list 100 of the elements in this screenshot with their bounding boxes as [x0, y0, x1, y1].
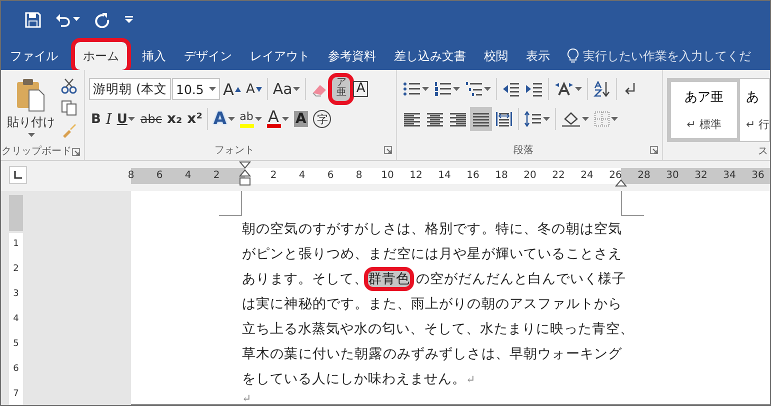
ruler-number: 18 — [494, 170, 509, 181]
ruler-margin-shading — [9, 195, 23, 231]
multilevel-list-icon — [465, 81, 483, 97]
ruler-number: 4 — [12, 314, 20, 324]
align-right-icon — [449, 111, 467, 127]
superscript-button[interactable]: x² — [185, 107, 204, 131]
ruler-number: 3 — [12, 289, 20, 299]
caret-icon — [254, 116, 262, 122]
style-name: ↵ 行 — [746, 117, 769, 132]
decrease-indent-icon — [502, 81, 520, 97]
ruler-number: 6 — [155, 170, 164, 181]
caret-icon — [282, 116, 289, 122]
font-color-button[interactable]: A — [264, 107, 291, 131]
dialog-launcher-icon[interactable] — [72, 148, 80, 156]
customize-toolbar-icon[interactable] — [124, 16, 134, 24]
dialog-launcher-icon[interactable] — [384, 146, 392, 154]
borders-icon — [594, 111, 610, 127]
tell-me-search-field[interactable]: 実行したい作業を入力してくだ — [583, 48, 751, 64]
body-text: がピンと張りつめ、まだ空には月や星が輝いていることさえ — [242, 246, 622, 262]
highlight-color-button[interactable]: ab — [238, 107, 264, 131]
paint-bucket-icon — [561, 111, 581, 127]
caret-icon — [611, 116, 618, 122]
font-size-field[interactable]: 10.5 — [172, 78, 220, 100]
lightbulb-icon — [567, 48, 579, 64]
margin-corner-mark — [219, 191, 242, 216]
dialog-launcher-icon[interactable] — [650, 146, 658, 154]
ruler-number: 28 — [636, 170, 652, 181]
caret-icon — [453, 86, 460, 92]
clipboard-icon — [16, 78, 46, 112]
grow-font-button[interactable]: A — [221, 77, 243, 101]
right-indent-marker[interactable] — [615, 179, 627, 187]
caret-icon[interactable] — [73, 17, 80, 22]
font-name-field[interactable]: 游明朝 (本文 — [89, 78, 171, 100]
style-sample: あ — [746, 88, 759, 106]
ribbon-tab[interactable]: ファイル — [2, 42, 66, 70]
ruler-number: 32 — [694, 170, 708, 181]
ribbon-tab[interactable]: 参考資料 — [320, 42, 384, 70]
ruler-number: 20 — [522, 170, 538, 181]
triangle-icon — [256, 86, 262, 92]
left-tab-icon — [14, 171, 22, 179]
tab-selector[interactable] — [9, 166, 27, 184]
caret-icon — [128, 116, 136, 122]
align-center-icon — [426, 111, 444, 127]
change-case-button[interactable]: Aa — [270, 77, 302, 101]
phonetic-guide-button[interactable]: ア 亜 — [332, 77, 350, 101]
copy-icon[interactable] — [61, 100, 77, 116]
ruler-number: 10 — [380, 170, 395, 181]
ribbon-tab[interactable]: デザイン — [176, 42, 240, 70]
ruler-number: 2 — [12, 264, 20, 274]
strikethrough-button[interactable]: abc — [138, 107, 164, 131]
ruler-number: 4 — [184, 170, 192, 181]
ribbon-tab[interactable]: 差し込み文書 — [386, 42, 474, 70]
ribbon-tab[interactable]: ホーム — [75, 42, 127, 70]
undo-icon[interactable] — [55, 12, 71, 28]
ruler-number: 5 — [12, 339, 20, 349]
caret-icon — [209, 86, 216, 92]
justify-icon — [472, 111, 490, 127]
redo-icon[interactable] — [94, 12, 110, 28]
ruler-number: 7 — [12, 389, 20, 399]
line-spacing-icon — [524, 111, 542, 127]
text-effects-button[interactable]: A — [211, 107, 237, 131]
bold-button[interactable]: B — [89, 107, 103, 131]
selected-text: 群青色 — [368, 271, 410, 287]
indent-marker[interactable] — [239, 161, 251, 187]
group-label: ス — [758, 144, 768, 158]
ruler-number: 4 — [298, 170, 306, 181]
body-text: 朝の空気のすがすがしさは、格別です。特に、冬の朝は空気 — [242, 221, 622, 237]
underline-button[interactable]: U — [114, 107, 138, 131]
shrink-font-button[interactable]: A — [244, 77, 264, 101]
bulleted-list-icon — [403, 81, 421, 97]
ruler-number: 22 — [551, 170, 566, 181]
style-card[interactable]: あア亜 ↵ 標準 — [668, 79, 740, 141]
triangle-icon — [234, 86, 241, 92]
ruler-number: 34 — [722, 170, 737, 181]
paragraph-mark: ↵ — [466, 373, 476, 386]
justify-button[interactable] — [470, 107, 492, 131]
subscript-button[interactable]: x₂ — [165, 107, 184, 131]
scissors-icon[interactable] — [61, 78, 77, 94]
ruler-number: 26 — [608, 170, 623, 181]
caret-icon — [422, 86, 429, 92]
paste-button[interactable]: 貼り付け — [5, 74, 57, 142]
caret-icon — [228, 116, 235, 122]
ruler-number: 6 — [326, 170, 335, 181]
ribbon-tab[interactable]: レイアウト — [242, 42, 318, 70]
ribbon-tab[interactable]: 挿入 — [134, 42, 174, 70]
paragraph-mark: ↵ — [242, 392, 252, 405]
increase-indent-icon — [525, 81, 543, 97]
group-label: クリップボード — [2, 144, 72, 158]
body-text: は実に神秘的です。また、雨上がりの朝のアスファルトから — [242, 296, 622, 312]
ruler-number: 12 — [408, 170, 424, 181]
style-name: ↵ 標準 — [686, 117, 722, 132]
ribbon-tab[interactable]: 表示 — [518, 42, 558, 70]
save-icon[interactable] — [25, 12, 41, 28]
distribute-icon — [495, 111, 513, 127]
body-text: 草木の葉に付いた朝露のみずみずしさは、早朝ウォーキング — [242, 346, 622, 362]
ruler-number: 16 — [466, 170, 480, 181]
ribbon-tab[interactable]: 校閲 — [476, 42, 516, 70]
italic-button[interactable]: I — [104, 107, 114, 131]
ruler-number: 8 — [126, 170, 136, 181]
ruler-number: 14 — [437, 170, 452, 181]
